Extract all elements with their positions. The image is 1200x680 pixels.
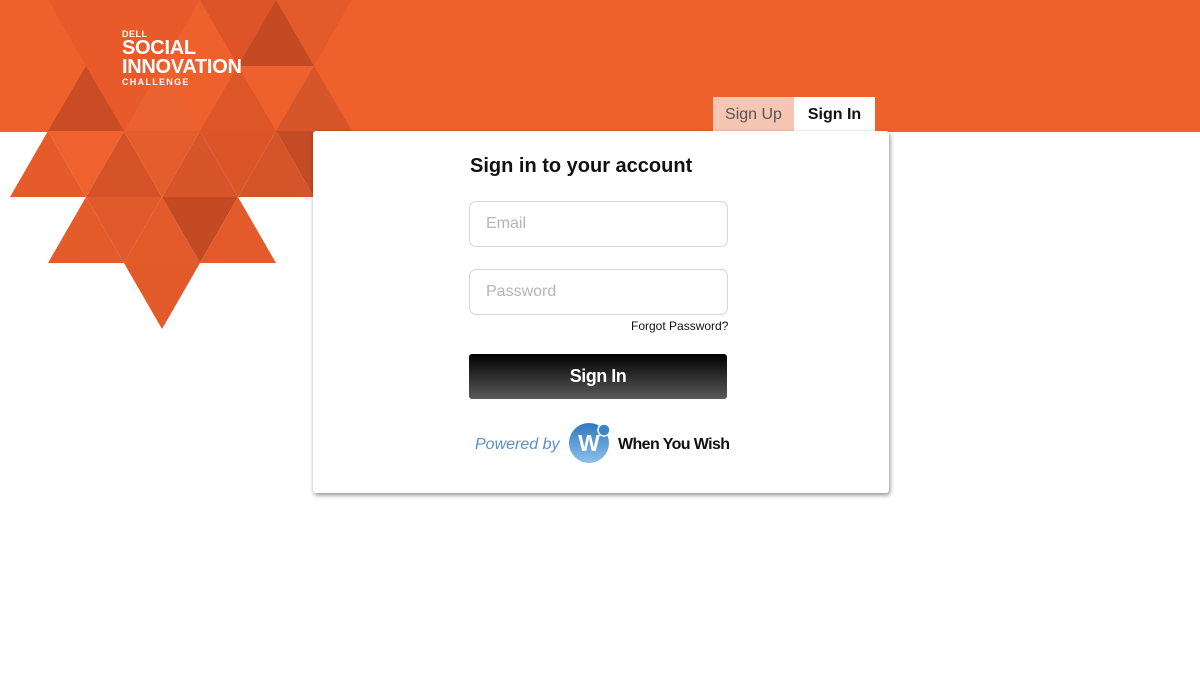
sign-in-button[interactable]: Sign In: [469, 354, 727, 399]
svg-text:W: W: [578, 430, 600, 456]
when-you-wish-name: When You Wish: [618, 436, 730, 453]
password-field[interactable]: [469, 269, 728, 315]
email-field[interactable]: [469, 201, 728, 247]
when-you-wish-badge-icon: W: [569, 423, 611, 463]
logo-line-innovation: INNOVATION: [122, 56, 242, 78]
powered-by-label: Powered by: [475, 436, 560, 453]
forgot-password-link[interactable]: Forgot Password?: [631, 319, 728, 333]
logo-line-challenge: CHALLENGE: [122, 77, 190, 87]
tab-sign-up[interactable]: Sign Up: [713, 97, 794, 132]
page: DELL SOCIAL INNOVATION CHALLENGE Sign Up…: [0, 0, 1200, 680]
tab-sign-in[interactable]: Sign In: [794, 97, 875, 132]
sign-in-card: Sign in to your account Forgot Password?…: [313, 131, 889, 493]
card-title: Sign in to your account: [470, 155, 693, 177]
dell-social-innovation-logo: DELL SOCIAL INNOVATION CHALLENGE: [122, 30, 242, 88]
